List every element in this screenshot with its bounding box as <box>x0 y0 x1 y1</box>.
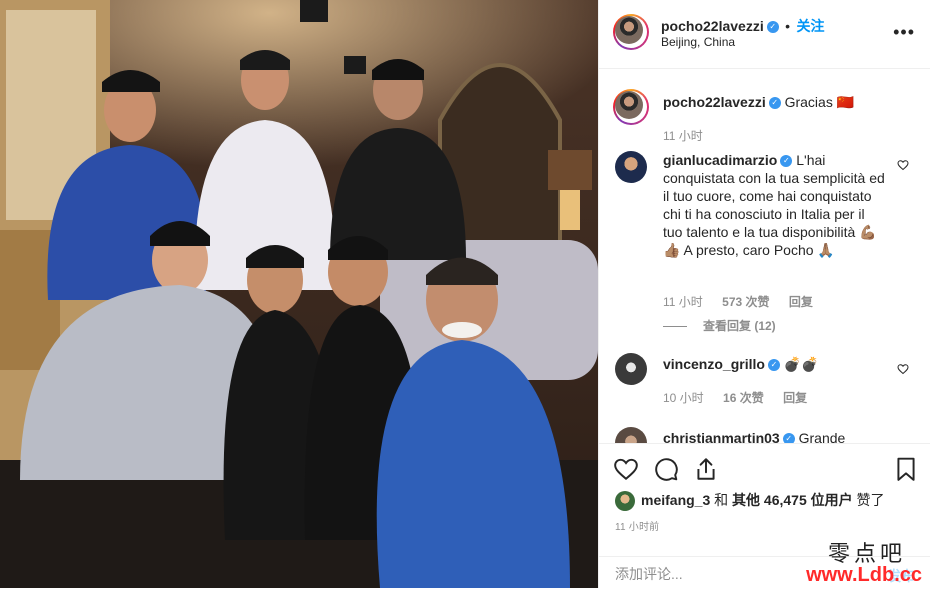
likes-suffix: 赞了 <box>856 492 885 508</box>
post-location[interactable]: Beijing, China <box>661 35 735 49</box>
post-sidebar: pocho22lavezzi ✓ • 关注 Beijing, China ••• … <box>598 0 930 588</box>
verified-badge-icon: ✓ <box>768 97 781 110</box>
comment-time[interactable]: 11 小时 <box>663 129 703 143</box>
comment-text: Grande <box>798 430 846 443</box>
heart-icon[interactable] <box>613 456 639 482</box>
watermark-url: www.Ldb.cc <box>806 564 922 586</box>
caption-comment: pocho22lavezzi ✓ Gracias 🇨🇳 <box>663 93 885 111</box>
likes-count[interactable]: 其他 46,475 位用户 <box>732 492 853 508</box>
comment-likes[interactable]: 573 次赞 <box>722 295 769 309</box>
comment-avatar-image <box>615 91 643 119</box>
comment-meta: 10 小时 16 次赞 回复 <box>663 389 823 406</box>
comment-time[interactable]: 11 小时 <box>663 295 703 309</box>
liker-avatar[interactable] <box>615 491 635 512</box>
comment-time[interactable]: 10 小时 <box>663 391 704 405</box>
more-horizontal-icon[interactable]: ••• <box>893 22 915 43</box>
bookmark-icon[interactable] <box>893 456 919 482</box>
author-avatar-image <box>615 16 643 44</box>
post-header: pocho22lavezzi ✓ • 关注 Beijing, China ••• <box>599 0 930 69</box>
divider-line <box>663 326 687 328</box>
verified-badge-icon: ✓ <box>782 433 795 443</box>
header-title-row: pocho22lavezzi ✓ • 关注 <box>661 16 825 36</box>
likes-summary: meifang_3 和 其他 46,475 位用户 赞了 <box>615 490 885 512</box>
comments-list[interactable]: pocho22lavezzi ✓ Gracias 🇨🇳 11 小时 gianluc… <box>599 69 930 443</box>
follow-button[interactable]: 关注 <box>797 18 825 34</box>
verified-badge-icon: ✓ <box>780 155 793 168</box>
view-replies-button[interactable]: 查看回复 (12) <box>663 317 776 334</box>
comment-avatar[interactable] <box>615 427 647 443</box>
comment-username[interactable]: gianlucadimarzio <box>663 152 777 168</box>
comment-username[interactable]: christianmartin03 <box>663 430 780 443</box>
comment-avatar[interactable] <box>615 353 647 385</box>
comment-avatar[interactable] <box>615 151 647 183</box>
reply-button[interactable]: 回复 <box>783 391 807 405</box>
share-icon[interactable] <box>693 456 719 482</box>
verified-badge-icon: ✓ <box>767 359 780 372</box>
group-photo-illustration <box>0 0 598 588</box>
reply-button[interactable]: 回复 <box>789 295 813 309</box>
comment-username[interactable]: vincenzo_grillo <box>663 356 765 372</box>
comment-likes[interactable]: 16 次赞 <box>723 391 764 405</box>
post-photo[interactable] <box>0 0 598 588</box>
separator-dot: • <box>785 18 791 34</box>
comment-text: Gracias 🇨🇳 <box>784 94 855 110</box>
comment-avatar[interactable] <box>613 89 649 125</box>
author-avatar[interactable] <box>613 14 649 50</box>
liker-username[interactable]: meifang_3 <box>641 492 710 508</box>
comment-item: vincenzo_grillo ✓ 💣💣 <box>663 355 885 373</box>
view-replies-label: 查看回复 (12) <box>703 319 776 333</box>
comment-icon[interactable] <box>653 456 679 482</box>
comment-text: 💣💣 <box>783 356 819 372</box>
comment-item: christianmartin03 ✓ Grande <box>663 429 885 443</box>
author-username[interactable]: pocho22lavezzi <box>661 18 764 34</box>
comment-meta: 11 小时 573 次赞 回复 <box>663 293 829 310</box>
heart-icon[interactable] <box>897 363 909 375</box>
post-timestamp[interactable]: 11 小时前 <box>615 518 659 533</box>
comment-username[interactable]: pocho22lavezzi <box>663 94 766 110</box>
comment-meta: 11 小时 <box>663 127 719 144</box>
likes-and: 和 <box>714 492 729 508</box>
verified-badge-icon: ✓ <box>766 20 779 33</box>
comment-item: gianlucadimarzio ✓ L'hai conquistata con … <box>663 151 885 259</box>
heart-icon[interactable] <box>897 159 909 171</box>
